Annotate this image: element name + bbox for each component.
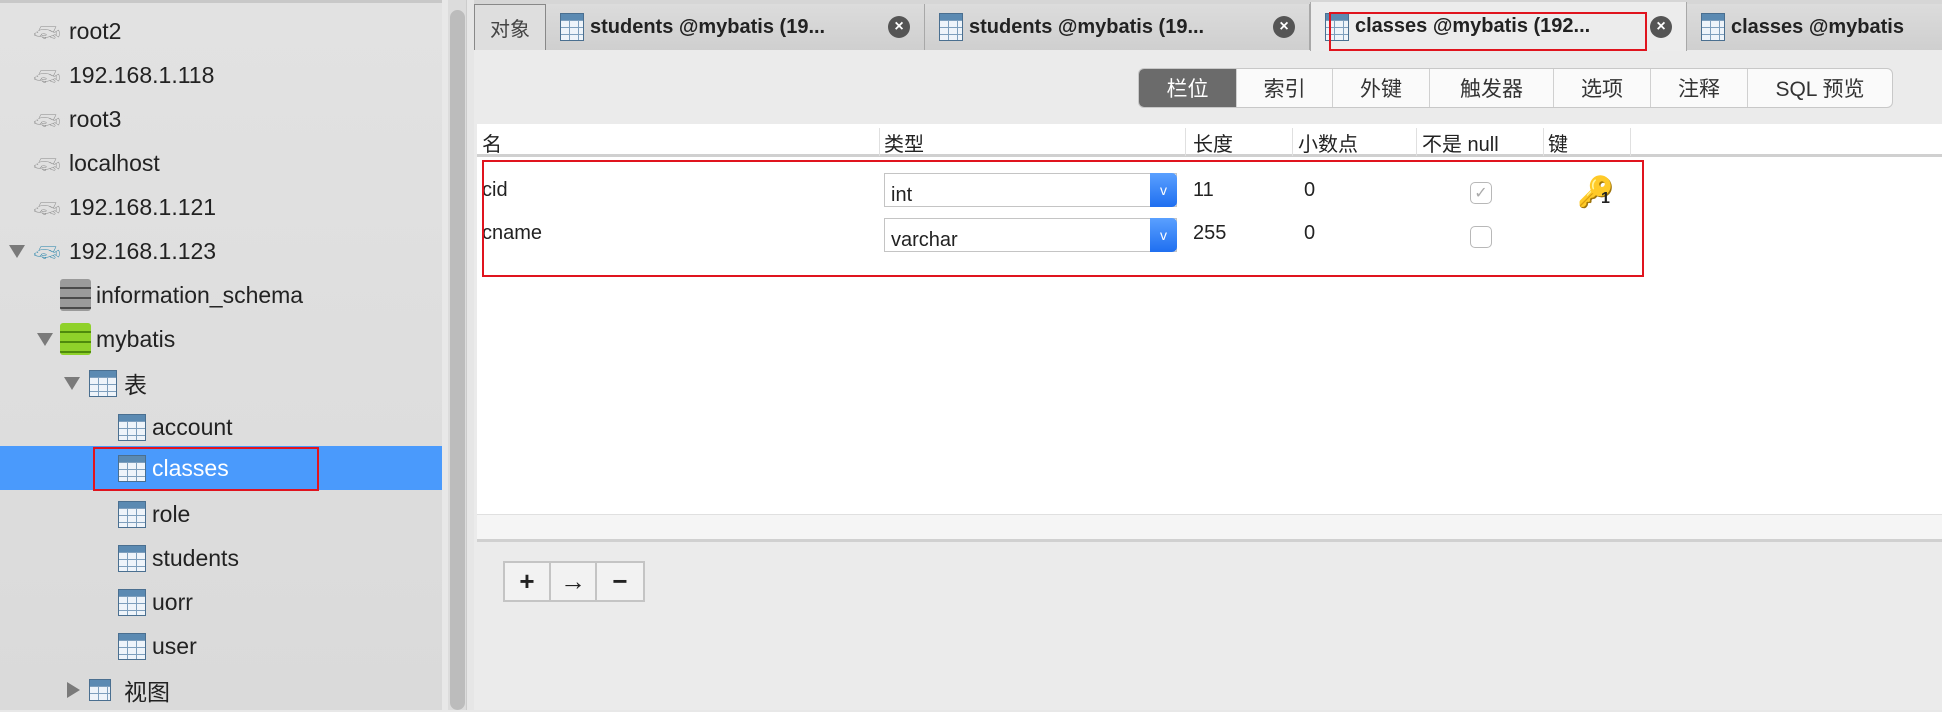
table-icon <box>118 500 146 528</box>
field-decimals[interactable]: 0 <box>1304 179 1315 202</box>
connection-localhost[interactable]: 𓆛 localhost <box>0 141 442 185</box>
mysql-dolphin-icon: 𓆛 <box>33 198 61 225</box>
mysql-dolphin-icon: 𓆛 <box>33 154 61 181</box>
connection-root2[interactable]: 𓆛 root2 <box>0 9 442 53</box>
field-length[interactable]: 255 <box>1193 222 1226 245</box>
header-decimals[interactable]: 小数点 <box>1298 128 1358 157</box>
database-icon <box>60 323 91 355</box>
table-edit-icon <box>560 13 584 41</box>
header-not-null[interactable]: 不是 null <box>1422 128 1499 157</box>
connection-192-168-1-121[interactable]: 𓆛 192.168.1.121 <box>0 185 442 229</box>
connection-root3[interactable]: 𓆛 root3 <box>0 97 442 141</box>
field-actions: + → − <box>503 561 645 602</box>
mysql-dolphin-icon: 𓆛 <box>33 110 61 137</box>
table-uorr[interactable]: uorr <box>0 580 442 624</box>
table-classes[interactable]: classes <box>0 446 442 490</box>
tab-bar: 对象 students @mybatis (19... × students @… <box>474 0 1942 51</box>
seg-options[interactable]: 选项 <box>1554 69 1651 107</box>
close-tab-icon[interactable]: × <box>888 16 910 38</box>
table-icon <box>118 454 146 482</box>
delete-field-button[interactable]: − <box>597 563 643 600</box>
close-tab-icon[interactable]: × <box>1273 16 1295 38</box>
seg-fields[interactable]: 栏位 <box>1139 69 1237 107</box>
seg-foreign-keys[interactable]: 外键 <box>1333 69 1430 107</box>
field-length[interactable]: 11 <box>1193 179 1214 202</box>
database-mybatis[interactable]: mybatis <box>0 317 442 361</box>
table-account[interactable]: account <box>0 405 442 449</box>
close-tab-icon[interactable]: × <box>1650 15 1672 38</box>
tab-students-data[interactable]: students @mybatis (19... × <box>925 4 1310 50</box>
key-order: 1 <box>1601 190 1610 207</box>
grid-footer <box>477 514 1942 542</box>
field-decimals[interactable]: 0 <box>1304 222 1315 245</box>
chevron-down-icon[interactable]: v <box>1150 218 1177 252</box>
header-length[interactable]: 长度 <box>1193 128 1233 157</box>
table-icon <box>118 632 146 660</box>
expand-arrow-icon[interactable] <box>9 244 25 258</box>
expand-arrow-icon[interactable] <box>37 332 53 346</box>
connection-192-168-1-123[interactable]: 𓆛 192.168.1.123 <box>0 229 442 273</box>
tab-students-design[interactable]: students @mybatis (19... × <box>546 4 925 50</box>
seg-comment[interactable]: 注释 <box>1651 69 1748 107</box>
expand-arrow-icon[interactable] <box>64 376 80 390</box>
mysql-dolphin-icon: 𓆛 <box>33 66 61 93</box>
database-information-schema[interactable]: information_schema <box>0 273 442 317</box>
not-null-checkbox[interactable] <box>1470 226 1492 248</box>
chevron-down-icon[interactable]: v <box>1150 173 1177 207</box>
field-type-select[interactable]: int v <box>884 173 1177 207</box>
view-glasses-icon <box>89 679 111 701</box>
field-name[interactable]: cid <box>482 179 508 202</box>
table-icon <box>118 413 146 441</box>
field-type-select[interactable]: varchar v <box>884 218 1177 252</box>
add-field-button[interactable]: + <box>505 563 551 600</box>
table-icon <box>118 544 146 572</box>
field-name[interactable]: cname <box>482 222 542 245</box>
not-null-checkbox[interactable]: ✓ <box>1470 182 1492 204</box>
table-role[interactable]: role <box>0 492 442 536</box>
tab-classes-design[interactable]: classes @mybatis (192... × <box>1310 2 1687 51</box>
mysql-dolphin-icon: 𓆛 <box>33 242 61 269</box>
table-icon <box>939 13 963 41</box>
tab-objects[interactable]: 对象 <box>474 4 546 50</box>
collapse-arrow-icon[interactable] <box>67 682 80 698</box>
main-panel: 对象 students @mybatis (19... × students @… <box>474 0 1942 710</box>
table-user[interactable]: user <box>0 624 442 668</box>
tables-folder[interactable]: 表 <box>0 361 442 405</box>
table-icon <box>118 588 146 616</box>
fields-grid: 名 类型 长度 小数点 不是 null 键 cid int v 11 0 ✓ 🔑… <box>477 124 1942 542</box>
seg-sql-preview[interactable]: SQL 预览 <box>1748 69 1892 107</box>
insert-field-button[interactable]: → <box>551 563 597 600</box>
tab-classes-data[interactable]: classes @mybatis <box>1687 4 1942 50</box>
database-icon <box>60 279 91 311</box>
connection-192-168-1-118[interactable]: 𓆛 192.168.1.118 <box>0 53 442 97</box>
table-icon <box>89 369 117 397</box>
table-students[interactable]: students <box>0 536 442 580</box>
header-name[interactable]: 名 <box>482 128 502 157</box>
table-icon <box>1701 13 1725 41</box>
header-type[interactable]: 类型 <box>884 128 924 157</box>
design-section-tabs: 栏位 索引 外键 触发器 选项 注释 SQL 预览 <box>1138 68 1893 108</box>
table-edit-icon <box>1325 12 1349 41</box>
seg-triggers[interactable]: 触发器 <box>1430 69 1554 107</box>
navigation-sidebar: 𓆛 root2 𓆛 192.168.1.118 𓆛 root3 𓆛 localh… <box>0 0 442 710</box>
header-key[interactable]: 键 <box>1548 128 1568 157</box>
mysql-dolphin-icon: 𓆛 <box>33 22 61 49</box>
sidebar-scrollbar-thumb[interactable] <box>450 10 465 710</box>
pane-divider[interactable] <box>466 0 474 710</box>
grid-header: 名 类型 长度 小数点 不是 null 键 <box>477 124 1942 157</box>
seg-indexes[interactable]: 索引 <box>1237 69 1333 107</box>
views-folder[interactable]: 视图 <box>0 668 442 712</box>
